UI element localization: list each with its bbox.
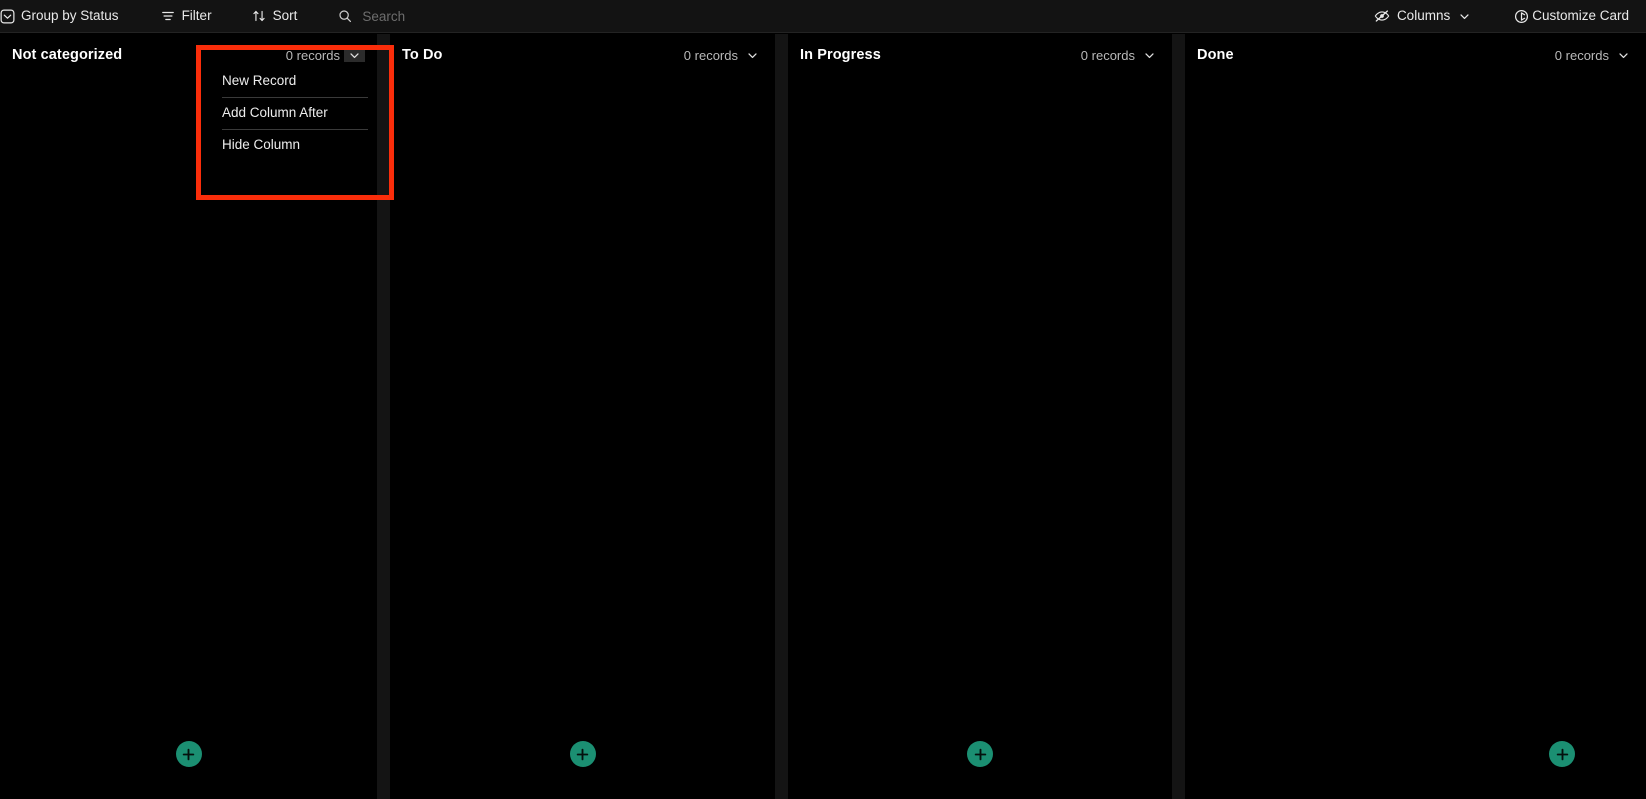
menu-item-hide-column[interactable]: Hide Column (212, 130, 372, 161)
column-meta: 0 records (682, 45, 763, 66)
column-record-count: 0 records (1554, 47, 1609, 63)
column-header: Done 0 records (1185, 34, 1646, 76)
columns-label: Columns (1396, 8, 1451, 24)
column-title: To Do (402, 47, 443, 63)
column-title: In Progress (800, 47, 881, 63)
customize-card-icon (1514, 9, 1529, 24)
sort-icon (252, 9, 266, 23)
group-by-status-button[interactable]: Group by Status (0, 3, 128, 29)
column-body[interactable] (1185, 76, 1646, 799)
column-divider (775, 34, 788, 799)
sort-label: Sort (272, 8, 298, 24)
add-record-button[interactable] (569, 741, 596, 767)
filter-button[interactable]: Filter (152, 3, 221, 29)
column-body[interactable] (390, 76, 775, 799)
column-record-count: 0 records (285, 47, 340, 63)
add-record-button[interactable] (175, 741, 202, 767)
column-body[interactable] (788, 76, 1172, 799)
column-meta: 0 records (1079, 45, 1160, 66)
customize-card-label: Customize Card (1532, 8, 1629, 24)
menu-item-add-column-after[interactable]: Add Column After (212, 98, 372, 129)
column-divider (1172, 34, 1185, 799)
column-menu-chevron-icon[interactable] (742, 45, 763, 66)
sort-button[interactable]: Sort (243, 3, 307, 29)
column-context-menu: New Record Add Column After Hide Column (212, 62, 372, 171)
search-input[interactable] (362, 8, 573, 24)
toolbar-left-group: Group by Status Filter Sort (0, 0, 576, 32)
columns-button[interactable]: Columns (1365, 3, 1479, 29)
column-body[interactable] (0, 76, 377, 799)
search-box[interactable] (334, 3, 576, 29)
customize-card-button[interactable]: Customize Card (1505, 3, 1638, 29)
filter-icon (161, 9, 175, 23)
group-by-status-label: Group by Status (21, 8, 119, 24)
column-title: Not categorized (12, 47, 123, 63)
board-column-in-progress: In Progress 0 records (788, 34, 1172, 799)
column-title: Done (1197, 47, 1234, 63)
eye-off-icon (1374, 8, 1390, 24)
toolbar-right-group: Columns Customize Card (1365, 0, 1640, 32)
column-record-count: 0 records (683, 47, 738, 63)
column-record-count: 0 records (1080, 47, 1135, 63)
add-record-button[interactable] (1549, 741, 1575, 767)
search-icon (338, 9, 352, 23)
column-meta: 0 records (1553, 45, 1634, 66)
group-by-icon (0, 9, 15, 24)
board-column-done: Done 0 records (1185, 34, 1646, 799)
column-menu-chevron-icon[interactable] (1613, 45, 1634, 66)
filter-label: Filter (181, 8, 212, 24)
column-menu-chevron-icon[interactable] (1139, 45, 1160, 66)
column-divider (377, 34, 390, 799)
add-record-button[interactable] (967, 741, 993, 767)
column-header: In Progress 0 records (788, 34, 1172, 76)
column-header: To Do 0 records (390, 34, 775, 76)
menu-item-new-record[interactable]: New Record (212, 66, 372, 97)
top-toolbar: Group by Status Filter Sort Search Colum… (0, 0, 1646, 33)
chevron-down-icon (1459, 11, 1470, 22)
board-column-to-do: To Do 0 records (390, 34, 775, 799)
